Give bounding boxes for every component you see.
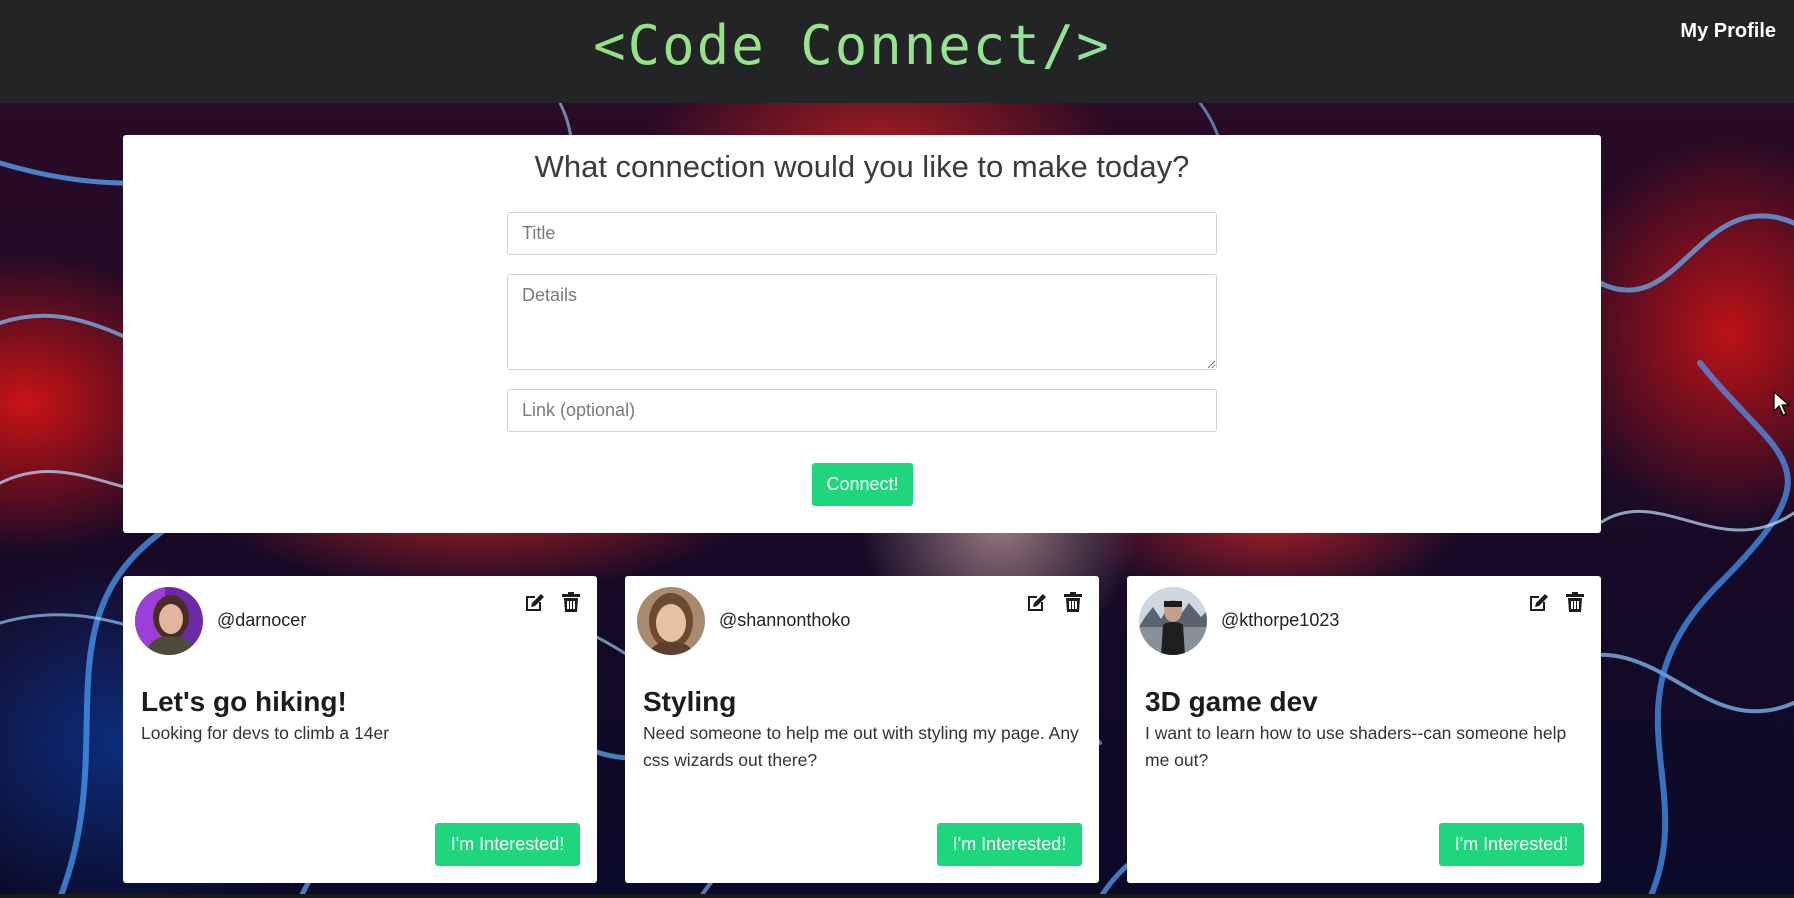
edit-icon[interactable] [523, 590, 547, 614]
post-card: @kthorpe1023 3D game dev I want to learn… [1127, 576, 1601, 883]
post-card: @darnocer Let's go hiking! Looking for d… [123, 576, 597, 883]
interested-button[interactable]: I'm Interested! [937, 823, 1082, 866]
avatar-image [637, 587, 705, 655]
connect-button[interactable]: Connect! [812, 463, 913, 506]
avatar[interactable] [135, 587, 203, 655]
title-input[interactable] [507, 212, 1217, 255]
trash-icon[interactable] [1563, 590, 1587, 614]
avatar[interactable] [1139, 587, 1207, 655]
edit-icon[interactable] [1025, 590, 1049, 614]
interested-button[interactable]: I'm Interested! [435, 823, 580, 866]
avatar-image [135, 587, 203, 655]
avatar-image [1139, 587, 1207, 655]
interested-button[interactable]: I'm Interested! [1439, 823, 1584, 866]
avatar[interactable] [637, 587, 705, 655]
post-details: I want to learn how to use shaders--can … [1145, 723, 1567, 770]
trash-icon[interactable] [1061, 590, 1085, 614]
brand-logo[interactable]: <Code Connect/> [0, 10, 1704, 82]
new-connection-form: What connection would you like to make t… [123, 135, 1601, 533]
post-title: 3D game dev [1145, 686, 1318, 717]
form-heading: What connection would you like to make t… [534, 149, 1190, 184]
post-title: Let's go hiking! [141, 686, 347, 717]
edit-icon[interactable] [1527, 590, 1551, 614]
horizontal-scrollbar[interactable] [0, 894, 1794, 898]
username: @darnocer [217, 610, 307, 630]
link-input[interactable] [507, 389, 1217, 432]
navbar: <Code Connect/> My Profile [0, 0, 1794, 103]
mouse-pointer-icon [1773, 391, 1791, 416]
post-details: Need someone to help me out with styling… [643, 723, 1079, 770]
post-title: Styling [643, 686, 737, 717]
post-details: Looking for devs to climb a 14er [141, 723, 390, 743]
my-profile-link[interactable]: My Profile [1680, 20, 1776, 43]
post-card: @shannonthoko Styling Need someone to he… [625, 576, 1099, 883]
username: @kthorpe1023 [1221, 610, 1340, 630]
trash-icon[interactable] [559, 590, 583, 614]
details-textarea[interactable] [507, 274, 1217, 370]
username: @shannonthoko [719, 610, 851, 630]
